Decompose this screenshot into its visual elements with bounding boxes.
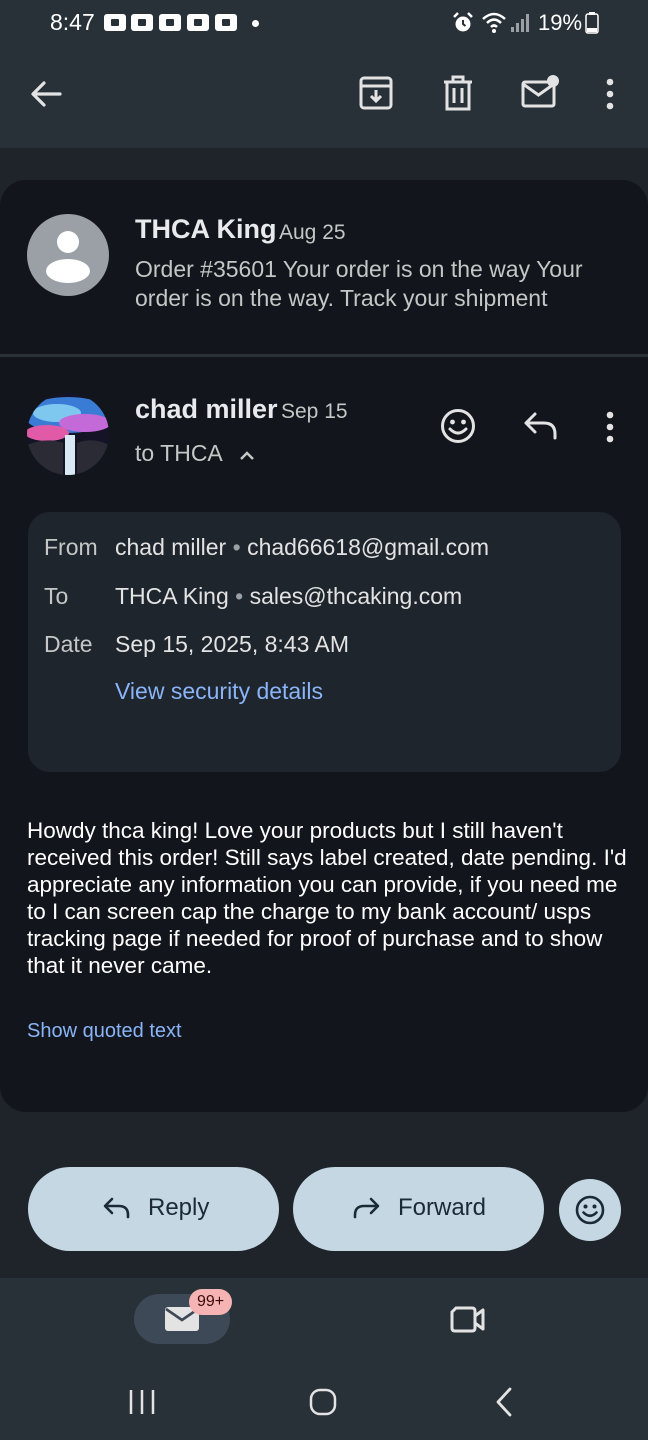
from-email: chad66618@gmail.com (247, 534, 490, 560)
forward-icon (353, 1197, 380, 1219)
signal-icon (511, 14, 529, 32)
more-vert-icon[interactable] (598, 76, 622, 112)
status-bar: 8:47 19% (0, 0, 648, 46)
notification-icon (104, 14, 126, 31)
unread-count-badge: 99+ (189, 1289, 233, 1315)
show-quoted-text-link[interactable]: Show quoted text (27, 1020, 182, 1043)
recipients-label: to THCA (135, 440, 222, 466)
from-value: chad miller • chad66618@gmail.com (115, 534, 489, 561)
waterfall-avatar-image (27, 393, 109, 475)
more-vert-icon[interactable] (598, 410, 622, 444)
sender-name: THCA King (135, 214, 277, 244)
battery-percent: 19% (538, 10, 583, 35)
from-name: chad miller (115, 534, 227, 560)
message-snippet: Order #35601 Your order is on the way Yo… (135, 256, 583, 311)
to-email: sales@thcaking.com (249, 583, 463, 609)
back-arrow-icon[interactable] (28, 76, 64, 112)
forward-button[interactable]: Forward (293, 1167, 544, 1251)
chevron-up-icon (240, 451, 254, 460)
reply-button[interactable]: Reply (28, 1167, 279, 1251)
separator: • (232, 534, 241, 560)
wifi-icon (482, 12, 506, 33)
add-reaction-icon[interactable] (439, 407, 477, 445)
add-reaction-icon (575, 1195, 605, 1225)
system-navigation-bar (0, 1358, 648, 1440)
alarm-icon (453, 12, 473, 32)
date-value: Sep 15, 2025, 8:43 AM (115, 631, 350, 657)
avatar (27, 214, 109, 296)
reply-icon[interactable] (522, 410, 560, 442)
mark-unread-icon[interactable] (520, 74, 560, 112)
to-value: THCA King • sales@thcaking.com (115, 583, 462, 610)
delete-icon[interactable] (440, 74, 476, 112)
back-icon[interactable] (492, 1386, 516, 1418)
meet-video-icon[interactable] (448, 1304, 486, 1334)
message-date: Aug 25 (279, 221, 346, 244)
recipients-toggle[interactable]: to THCA (135, 440, 256, 467)
message-date: Sep 15 (281, 400, 348, 423)
reply-icon (103, 1197, 130, 1219)
message-details-card: From chad miller • chad66618@gmail.com T… (28, 512, 621, 772)
bottom-navigation: 99+ (0, 1278, 648, 1358)
top-app-bar (0, 46, 648, 148)
to-name: THCA King (115, 583, 229, 609)
more-notifications-dot (252, 20, 259, 27)
notification-icon (131, 14, 153, 31)
message-body: Howdy thca king! Love your products but … (27, 818, 627, 978)
status-time: 8:47 (50, 9, 95, 35)
person-icon (46, 231, 90, 283)
home-icon[interactable] (308, 1387, 338, 1417)
from-label: From (44, 534, 98, 560)
forward-label: Forward (398, 1194, 487, 1221)
notification-icon (159, 14, 181, 31)
archive-icon[interactable] (358, 74, 394, 112)
date-label: Date (44, 631, 93, 657)
view-security-details-link[interactable]: View security details (115, 678, 323, 705)
notification-icon (187, 14, 209, 31)
separator: • (235, 583, 244, 609)
battery-icon (585, 12, 599, 34)
add-reaction-button[interactable] (559, 1179, 621, 1241)
recent-apps-icon[interactable] (127, 1388, 157, 1416)
to-label: To (44, 583, 69, 609)
sender-name: chad miller (135, 394, 278, 424)
avatar[interactable] (27, 393, 109, 475)
reply-label: Reply (148, 1194, 210, 1221)
divider (0, 354, 648, 357)
notification-icon (215, 14, 237, 31)
